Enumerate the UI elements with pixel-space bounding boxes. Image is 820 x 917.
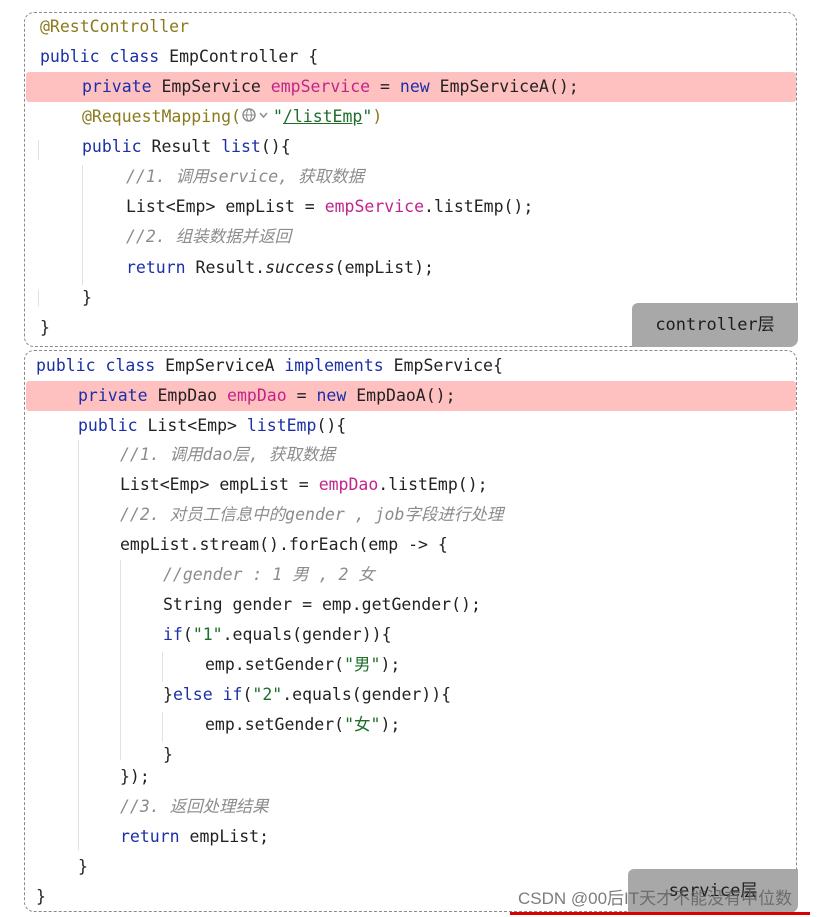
code-line-if: if("1".equals(gender)){ bbox=[163, 625, 392, 644]
code-line-close-brace: } bbox=[163, 745, 173, 764]
indent-guide bbox=[162, 712, 163, 742]
code-line-method-decl: public List<Emp> listEmp(){ bbox=[78, 416, 347, 435]
red-underline bbox=[510, 912, 810, 915]
code-line-call: List<Emp> empList = empDao.listEmp(); bbox=[120, 475, 488, 494]
code-comment: //gender : 1 男 , 2 女 bbox=[163, 565, 375, 584]
code-line-close-brace: } bbox=[78, 857, 88, 876]
csdn-watermark: CSDN @00后IT天才不能没有中位数 bbox=[518, 889, 793, 908]
indent-guide bbox=[78, 440, 79, 850]
indent-guide bbox=[38, 140, 39, 160]
code-line-method-decl: public Result list(){ bbox=[82, 137, 291, 156]
code-line-close-lambda: }); bbox=[120, 767, 150, 786]
indent-guide bbox=[82, 165, 83, 285]
code-line-set-gender: emp.setGender("男"); bbox=[205, 655, 401, 674]
code-line-else-if: }else if("2".equals(gender)){ bbox=[163, 685, 452, 704]
code-comment: //1. 调用dao层, 获取数据 bbox=[120, 445, 335, 464]
globe-icon[interactable] bbox=[242, 103, 272, 133]
code-line-field: private EmpService empService = new EmpS… bbox=[82, 77, 579, 96]
code-line-request-mapping: @RequestMapping("/listEmp") bbox=[82, 102, 382, 132]
code-comment: //3. 返回处理结果 bbox=[120, 797, 269, 816]
code-line-annotation: @RestController bbox=[40, 17, 190, 36]
code-line-close-brace: } bbox=[40, 318, 50, 337]
code-line-return: return empList; bbox=[120, 827, 270, 846]
controller-layer-tag: controller层 bbox=[632, 303, 798, 347]
code-comment: //2. 组装数据并返回 bbox=[126, 227, 292, 246]
code-line-stream: empList.stream().forEach(emp -> { bbox=[120, 535, 448, 554]
code-line-field: private EmpDao empDao = new EmpDaoA(); bbox=[78, 386, 456, 405]
code-line-get-gender: String gender = emp.getGender(); bbox=[163, 595, 481, 614]
indent-guide bbox=[162, 652, 163, 682]
code-line-close-brace: } bbox=[82, 288, 92, 307]
code-line-class-decl: public class EmpController { bbox=[40, 47, 319, 66]
code-line-call: List<Emp> empList = empService.listEmp()… bbox=[126, 197, 534, 216]
code-line-set-gender: emp.setGender("女"); bbox=[205, 715, 401, 734]
indent-guide bbox=[120, 560, 121, 760]
code-line-close-brace: } bbox=[36, 887, 46, 906]
indent-guide bbox=[38, 290, 39, 306]
code-comment: //1. 调用service, 获取数据 bbox=[126, 167, 365, 186]
code-comment: //2. 对员工信息中的gender , job字段进行处理 bbox=[120, 505, 504, 524]
code-line-class-decl: public class EmpServiceA implements EmpS… bbox=[36, 356, 503, 375]
code-line-return: return Result.success(empList); bbox=[126, 258, 434, 277]
